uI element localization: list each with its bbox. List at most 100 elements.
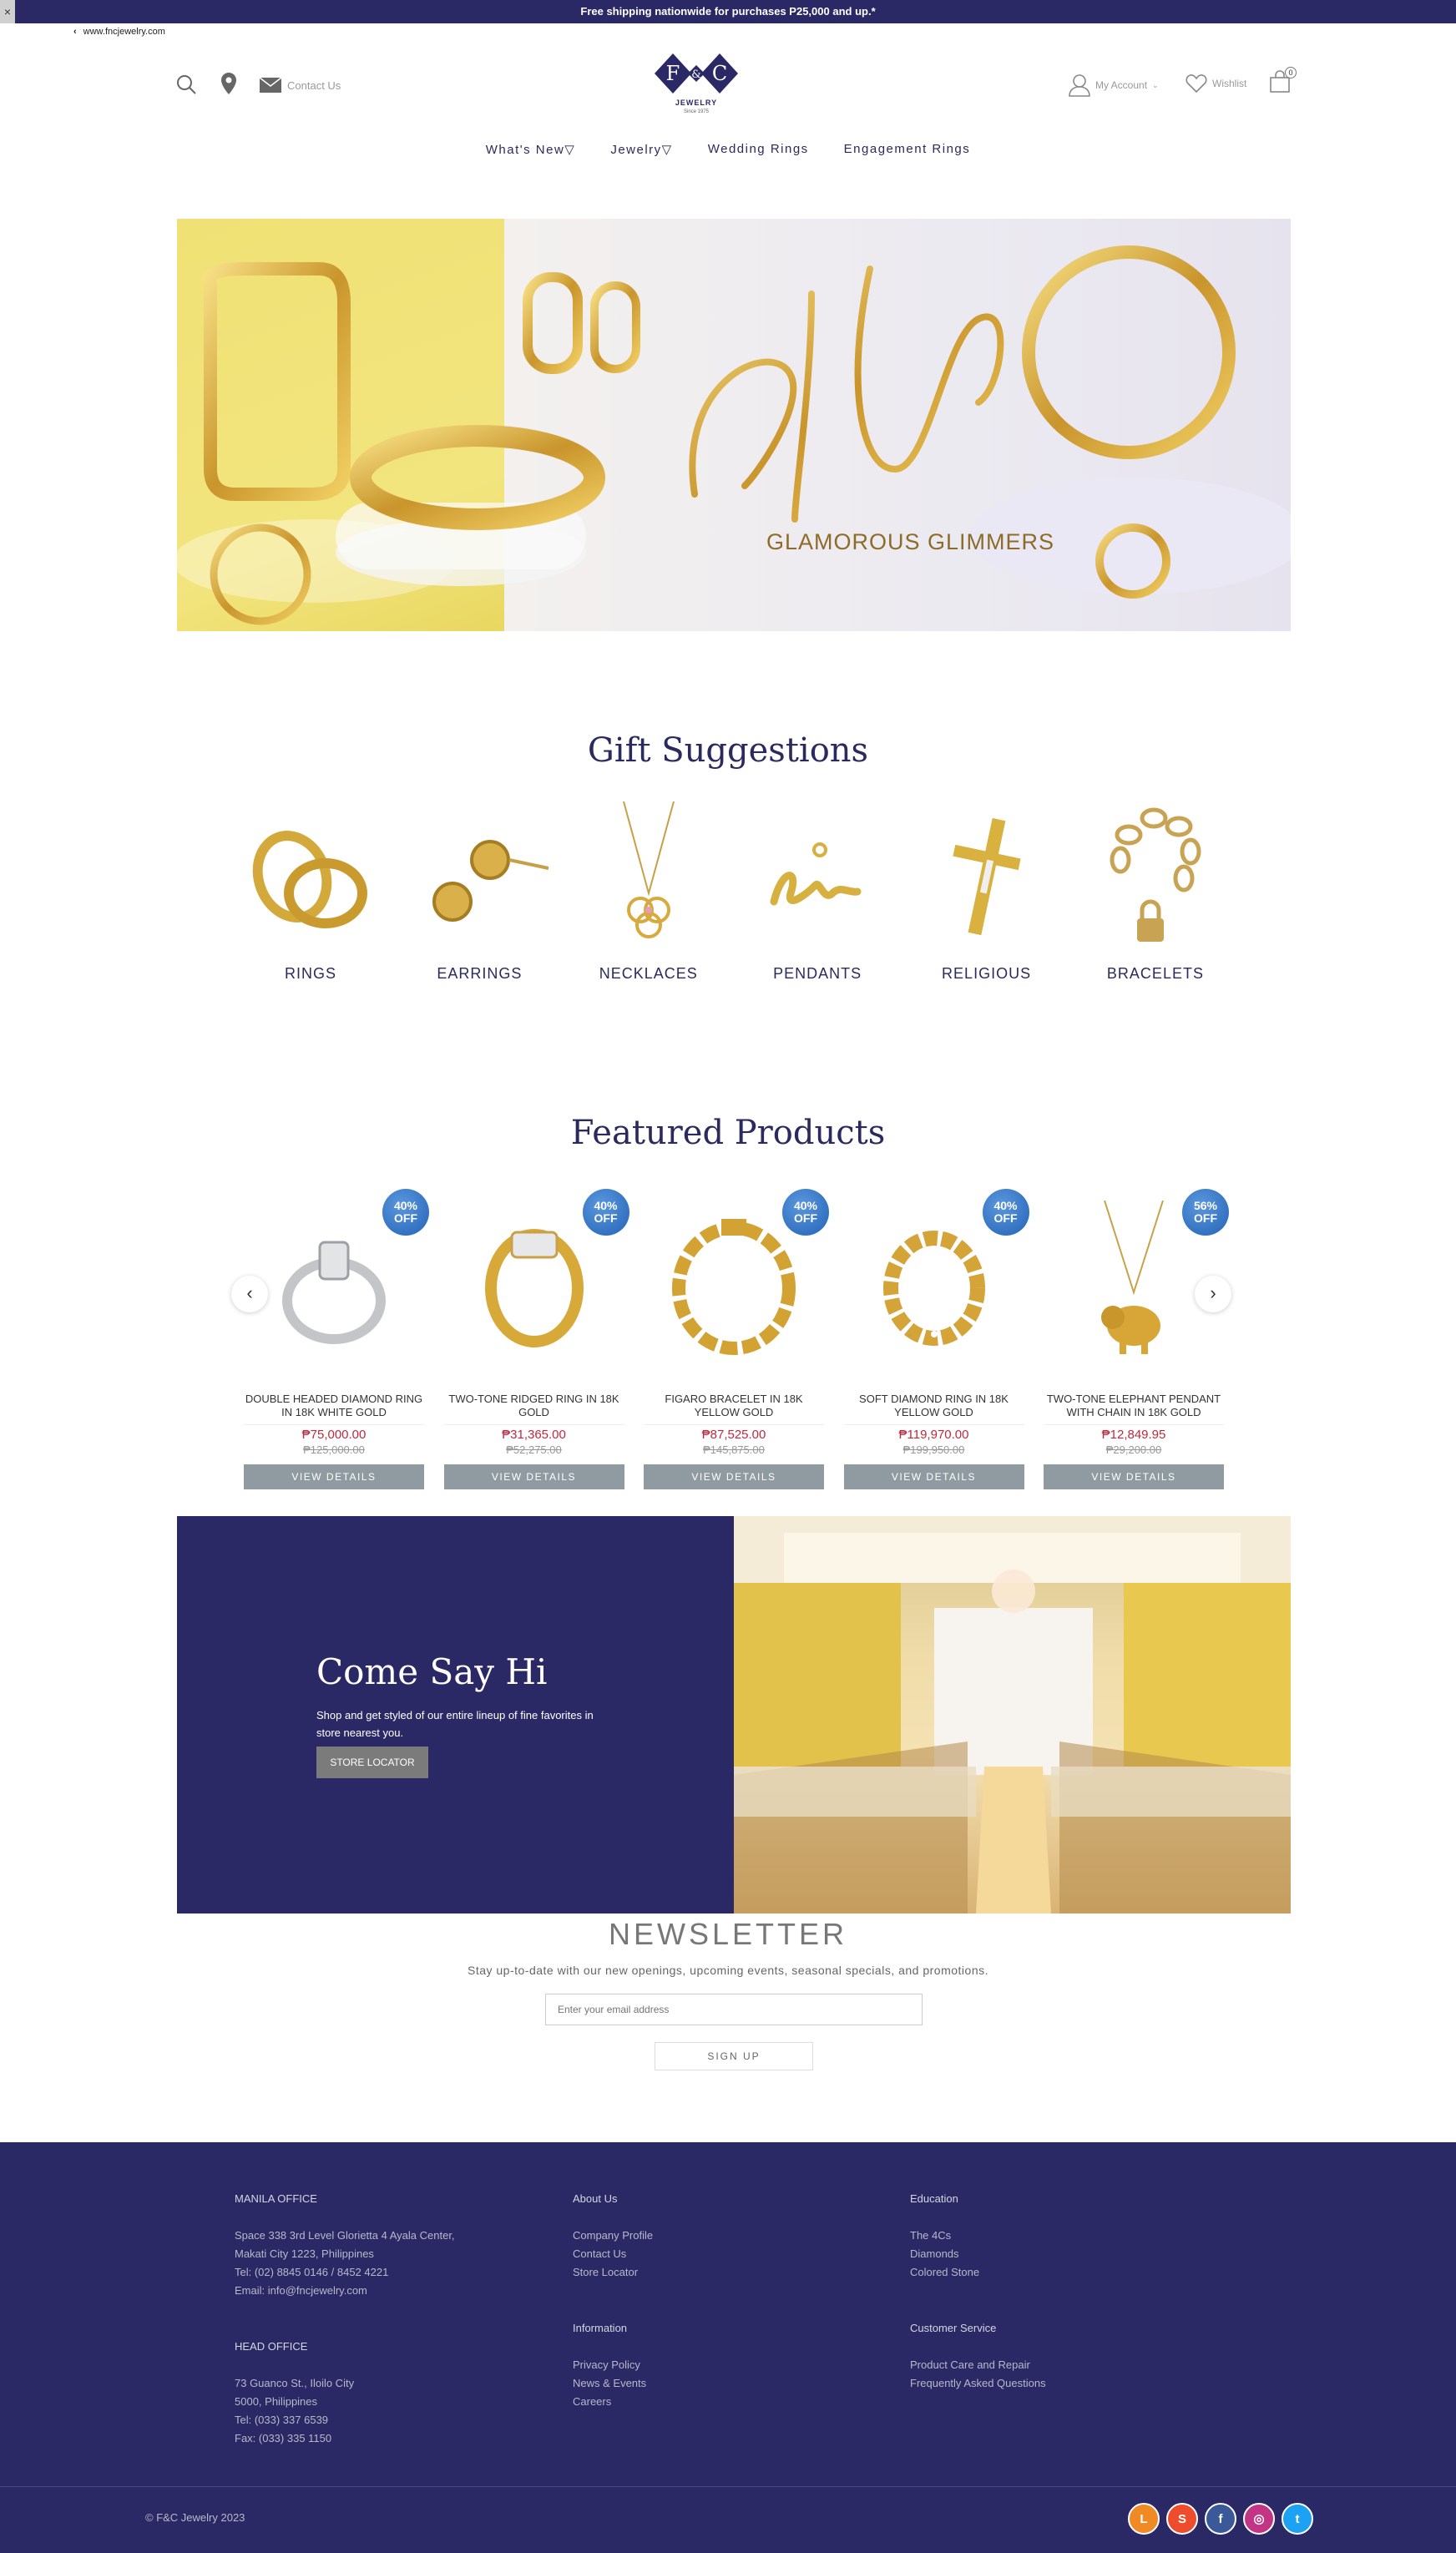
contact-us-link[interactable]: Contact Us — [259, 77, 341, 94]
svg-text:C: C — [712, 62, 727, 85]
footer-link-store-locator[interactable]: Store Locator — [573, 2263, 653, 2282]
footer-link-diamonds[interactable]: Diamonds — [910, 2245, 979, 2263]
manila-office: MANILA OFFICE Space 338 3rd Level Glorie… — [235, 2192, 455, 2300]
customer-service-column: Customer Service Product Care and Repair… — [910, 2322, 1046, 2393]
education-title: Education — [910, 2192, 958, 2205]
information-title: Information — [573, 2322, 628, 2334]
twitter-icon[interactable]: t — [1282, 2503, 1313, 2535]
nav-engagement-rings[interactable]: Engagement Rings — [844, 142, 971, 157]
head-office: HEAD OFFICE 73 Guanco St., Iloilo City 5… — [235, 2340, 354, 2448]
search-icon[interactable] — [175, 73, 197, 95]
gift-necklaces-label: NECKLACES — [599, 965, 698, 982]
necklace-icon — [622, 801, 675, 938]
information-column: Information Privacy Policy News & Events… — [573, 2322, 646, 2411]
product-name[interactable]: FIGARO BRACELET IN 18K YELLOW GOLD — [644, 1393, 824, 1421]
sign-up-button[interactable]: SIGN UP — [655, 2042, 813, 2070]
hero-jewelry-illustration — [177, 245, 1291, 625]
user-icon — [1069, 74, 1090, 97]
product-card[interactable]: 40% OFF FIGARO BRACELET IN 18K YELLOW GOL… — [644, 1189, 829, 1489]
mail-icon — [259, 77, 282, 93]
location-pin-icon[interactable] — [220, 72, 237, 95]
footer-link-faq[interactable]: Frequently Asked Questions — [910, 2374, 1046, 2393]
wishlist-link[interactable]: Wishlist — [1186, 73, 1246, 94]
view-details-button[interactable]: VIEW DETAILS — [244, 1464, 424, 1489]
gift-rings[interactable]: RINGS — [234, 801, 387, 983]
footer-link-4cs[interactable]: The 4Cs — [910, 2227, 979, 2245]
copyright: © F&C Jewelry 2023 — [145, 2511, 245, 2524]
view-details-button[interactable]: VIEW DETAILS — [644, 1464, 824, 1489]
product-name[interactable]: TWO-TONE RIDGED RING IN 18K GOLD — [444, 1393, 624, 1421]
discount-percent: 40% — [594, 1199, 618, 1212]
instagram-icon[interactable]: ◎ — [1243, 2503, 1275, 2535]
gift-rings-label: RINGS — [284, 965, 336, 982]
earrings-icon — [432, 840, 549, 922]
product-name[interactable]: SOFT DIAMOND RING IN 18K YELLOW GOLD — [844, 1393, 1024, 1421]
gift-earrings[interactable]: EARRINGS — [402, 801, 556, 983]
newsletter-email-input[interactable] — [545, 1994, 923, 2025]
product-card[interactable]: 40% OFF DOUBLE HEADED DIAMOND RING IN 18K… — [244, 1189, 429, 1489]
featured-products-title: Featured Products — [570, 1114, 886, 1152]
logo-since: Since 1975 — [683, 109, 710, 114]
nav-wedding-rings[interactable]: Wedding Rings — [708, 142, 809, 157]
discount-percent: 56% — [1193, 1199, 1218, 1212]
product-card[interactable]: 56% OFF TWO-TONE ELEPHANT PENDANT WITH CH… — [1044, 1189, 1229, 1489]
svg-text:F: F — [666, 62, 680, 85]
facebook-icon[interactable]: f — [1205, 2503, 1236, 2535]
product-card[interactable]: 40% OFF TWO-TONE RIDGED RING IN 18K GOLD … — [443, 1189, 629, 1489]
education-column: Education The 4Cs Diamonds Colored Stone — [910, 2192, 979, 2282]
gift-religious[interactable]: RELIGIOUS — [910, 801, 1064, 983]
announcement-bar: × Free shipping nationwide for purchases… — [0, 0, 1456, 23]
discount-off: OFF — [794, 1211, 817, 1225]
nav-whats-new[interactable]: What's New▽ — [486, 142, 576, 157]
chevron-down-icon: ⌄ — [1152, 80, 1159, 89]
discount-off: OFF — [993, 1211, 1018, 1225]
footer-link-privacy-policy[interactable]: Privacy Policy — [573, 2356, 646, 2374]
heart-icon — [1186, 74, 1207, 94]
contact-us-label: Contact Us — [287, 78, 341, 92]
customer-service-title: Customer Service — [910, 2322, 997, 2334]
rings-icon — [252, 831, 367, 928]
head-line: 73 Guanco St., Iloilo City — [235, 2377, 355, 2389]
discount-badge: 40% OFF — [382, 1189, 429, 1236]
lazada-icon[interactable]: L — [1128, 2503, 1160, 2535]
footer-link-contact-us[interactable]: Contact Us — [573, 2245, 653, 2263]
site-url-link[interactable]: ‹ www.fncjewelry.com — [73, 27, 165, 37]
about-us-column: About Us Company Profile Contact Us Stor… — [573, 2192, 653, 2282]
footer-link-company-profile[interactable]: Company Profile — [573, 2227, 653, 2245]
about-us-title: About Us — [573, 2192, 618, 2205]
footer-link-news-events[interactable]: News & Events — [573, 2374, 646, 2393]
gift-bracelets[interactable]: BRACELETS — [1079, 801, 1232, 983]
manila-line: Space 338 3rd Level Glorietta 4 Ayala Ce… — [235, 2229, 455, 2242]
hero-banner[interactable]: GLAMOROUS GLIMMERS — [177, 219, 1291, 631]
store-photo — [734, 1516, 1291, 1913]
view-details-button[interactable]: VIEW DETAILS — [1044, 1464, 1224, 1489]
product-name[interactable]: DOUBLE HEADED DIAMOND RING IN 18K WHITE … — [244, 1393, 424, 1421]
product-name[interactable]: TWO-TONE ELEPHANT PENDANT WITH CHAIN IN … — [1044, 1393, 1224, 1421]
manila-email[interactable]: Email: info@fncjewelry.com — [235, 2282, 455, 2300]
gold-ring-icon — [484, 1229, 584, 1347]
elephant-pendant-icon — [1101, 1201, 1164, 1354]
shopee-icon[interactable]: S — [1166, 2503, 1198, 2535]
gift-necklaces[interactable]: NECKLACES — [572, 801, 725, 983]
logo[interactable]: F & C JEWELRY Since 1975 — [648, 48, 745, 124]
cart-button[interactable]: 0 — [1269, 67, 1297, 98]
store-locator-button[interactable]: STORE LOCATOR — [316, 1747, 428, 1778]
footer-link-careers[interactable]: Careers — [573, 2393, 646, 2411]
nav-jewelry[interactable]: Jewelry▽ — [610, 142, 672, 157]
my-account-link[interactable]: My Account ⌄ — [1069, 73, 1159, 97]
gift-pendants[interactable]: PENDANTS — [741, 801, 894, 983]
head-line: 5000, Philippines — [235, 2395, 318, 2408]
product-price: ₱87,525.00 — [701, 1428, 766, 1442]
view-details-button[interactable]: VIEW DETAILS — [443, 1464, 624, 1489]
view-details-button[interactable]: VIEW DETAILS — [843, 1464, 1024, 1489]
product-old-price: ₱199,950.00 — [902, 1443, 965, 1456]
discount-percent: 40% — [793, 1199, 818, 1212]
divider — [644, 1424, 824, 1425]
discount-percent: 40% — [393, 1199, 418, 1212]
footer-link-product-care[interactable]: Product Care and Repair — [910, 2356, 1046, 2374]
product-card[interactable]: 40% OFF SOFT DIAMOND RING IN 18K YELLOW G… — [843, 1189, 1029, 1489]
manila-line: Makati City 1223, Philippines — [235, 2247, 374, 2260]
discount-percent: 40% — [993, 1199, 1018, 1212]
close-icon[interactable]: × — [0, 0, 15, 23]
footer-link-colored-stone[interactable]: Colored Stone — [910, 2263, 979, 2282]
